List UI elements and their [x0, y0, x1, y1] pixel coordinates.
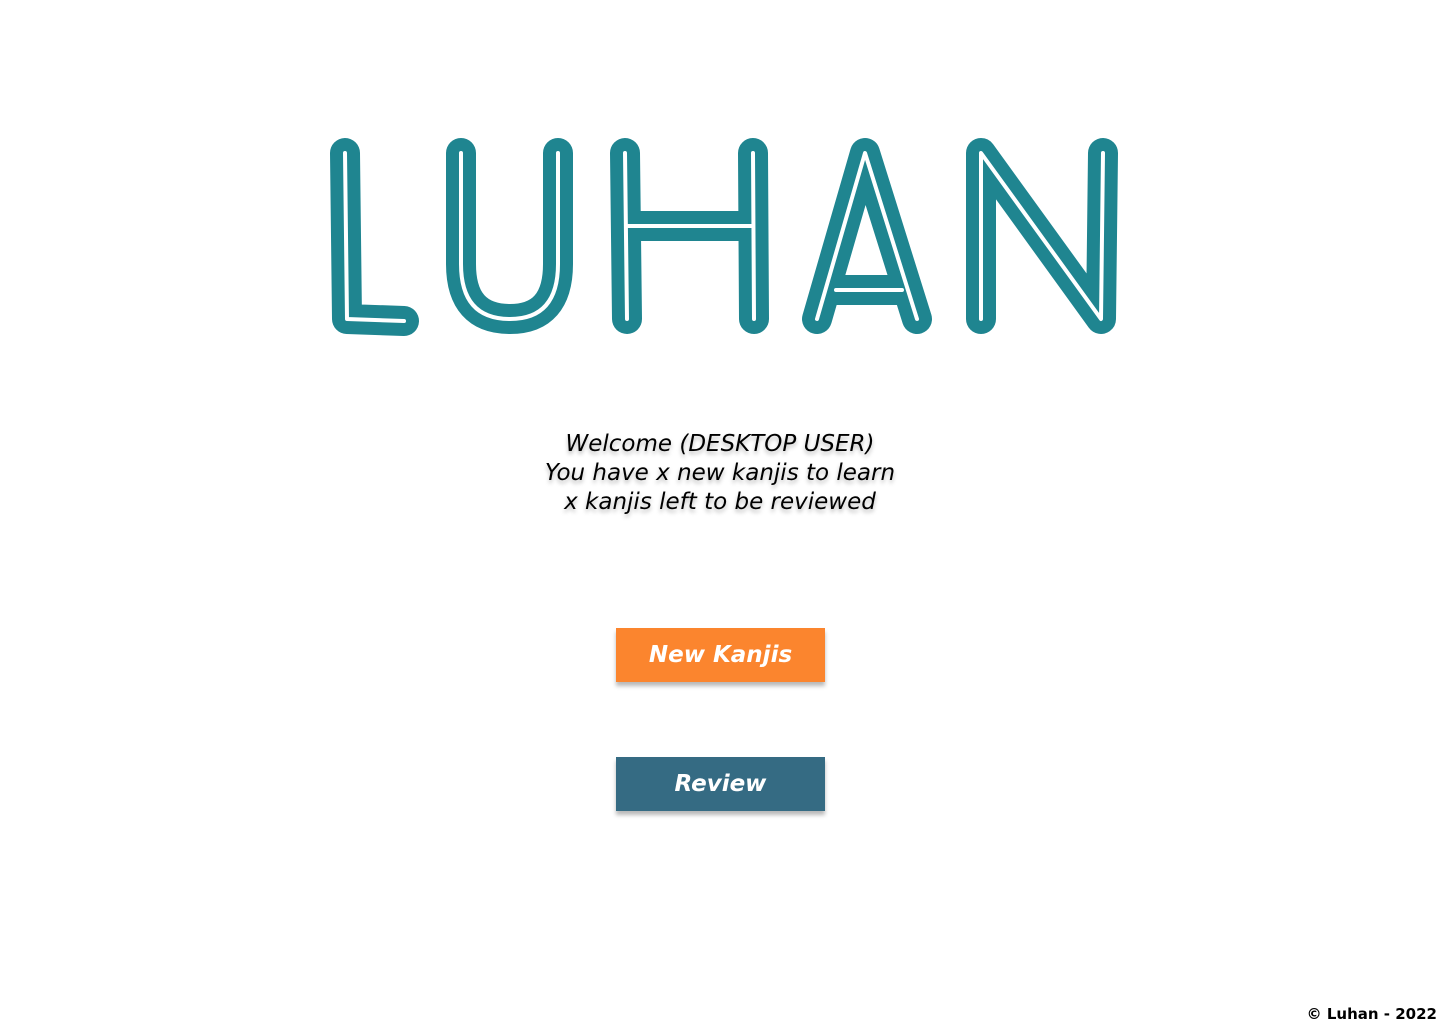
luhan-logo [320, 128, 1132, 344]
new-kanjis-count-text: You have x new kanjis to learn [544, 460, 896, 486]
review-button[interactable]: Review [616, 757, 825, 811]
welcome-message: Welcome (DESKTOP USER) You have x new ka… [420, 430, 1020, 517]
copyright-footer: © Luhan - 2022 [1306, 1005, 1437, 1023]
review-count-text: x kanjis left to be reviewed [564, 489, 876, 515]
home-page: Welcome (DESKTOP USER) You have x new ka… [0, 0, 1440, 1024]
luhan-logo-art [330, 138, 1118, 336]
welcome-greeting: Welcome (DESKTOP USER) [565, 431, 875, 457]
new-kanjis-button[interactable]: New Kanjis [616, 628, 825, 682]
